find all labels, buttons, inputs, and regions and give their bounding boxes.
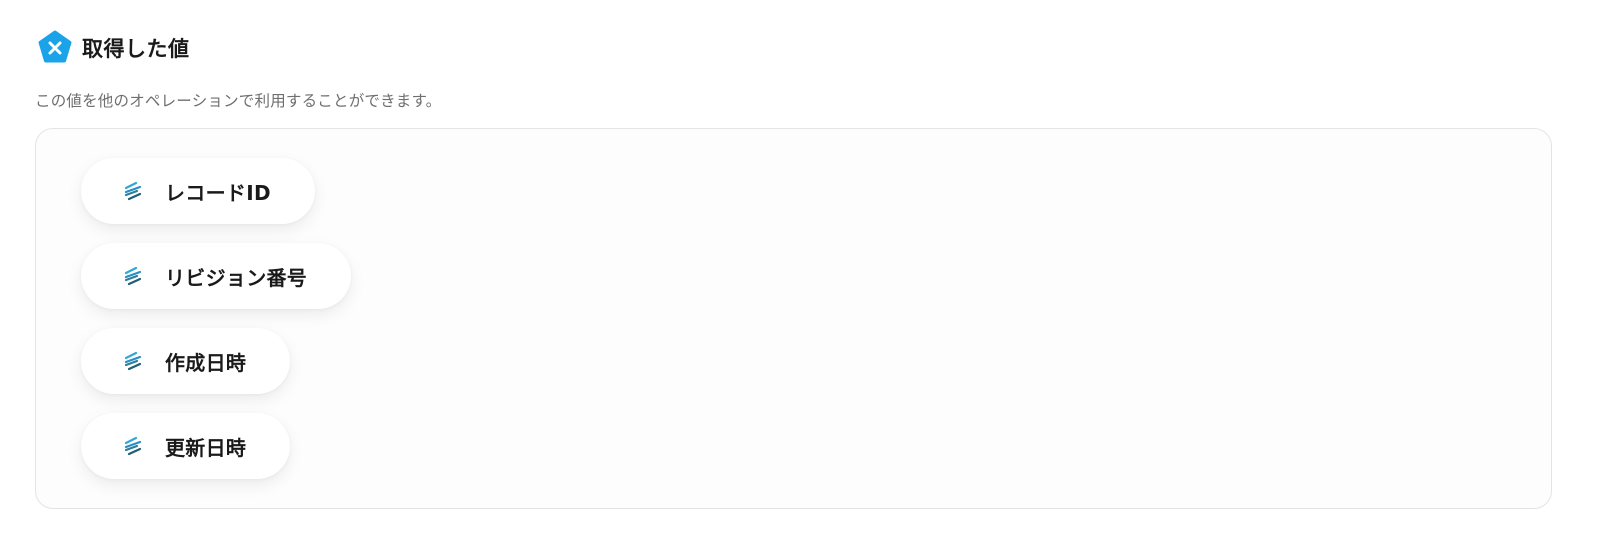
kintone-lines-icon [124,266,142,286]
section-header: 取得した値 [37,30,190,66]
variable-x-icon [38,30,72,63]
values-container: レコードID リビジョン番号 作成日時 更新日時 [35,128,1552,509]
kintone-lines-icon [124,436,142,456]
value-pill-updated-at[interactable]: 更新日時 [81,413,291,479]
value-label: 作成日時 [165,350,247,375]
value-label: レコードID [165,180,271,205]
kintone-lines-icon [124,181,142,201]
value-label: リビジョン番号 [165,265,308,290]
obtained-values-section: 取得した値 この値を他のオペレーションで利用することができます。 レコードID … [0,0,1600,535]
kintone-lines-icon [124,351,142,371]
value-label: 更新日時 [165,435,247,460]
section-description: この値を他のオペレーションで利用することができます。 [35,92,442,110]
value-pill-record-id[interactable]: レコードID [81,158,315,224]
value-pill-created-at[interactable]: 作成日時 [81,328,291,394]
section-title: 取得した値 [82,37,190,61]
value-pill-revision-number[interactable]: リビジョン番号 [81,243,352,309]
